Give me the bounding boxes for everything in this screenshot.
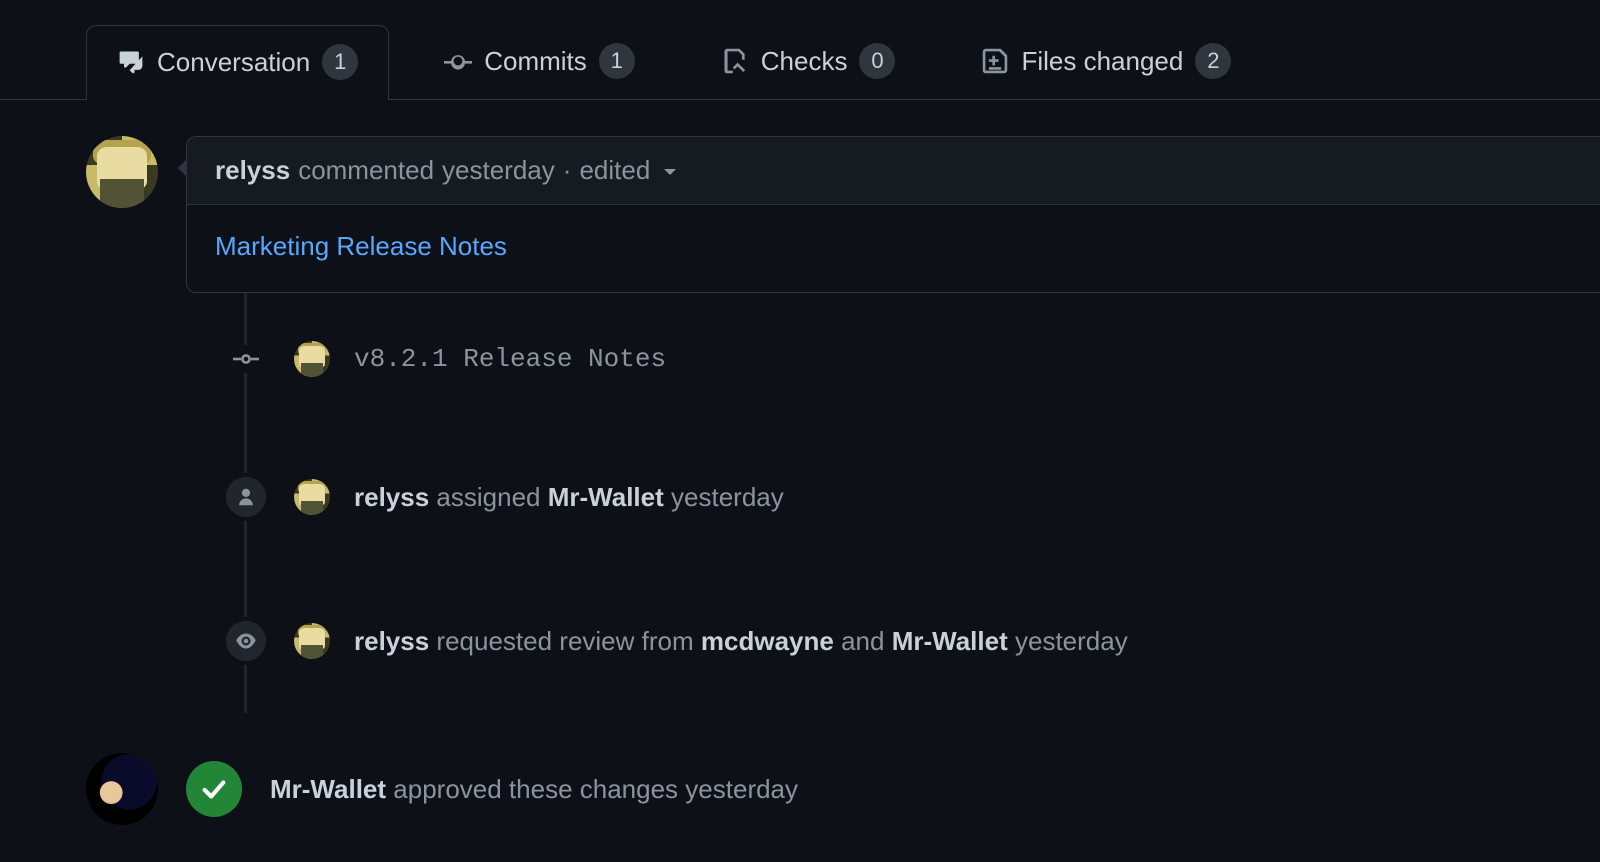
pr-timeline: v8.2.1 Release Notes relyss assigned Mr-… <box>222 293 1600 713</box>
avatar[interactable] <box>86 136 158 208</box>
checklist-icon <box>721 47 749 75</box>
comment-header: relyss commented yesterday · edited <box>187 137 1600 205</box>
check-icon <box>186 761 242 817</box>
comment-discussion-icon <box>117 48 145 76</box>
tab-commits[interactable]: Commits 1 <box>413 24 666 99</box>
file-diff-icon <box>981 47 1009 75</box>
verb: assigned <box>436 482 540 512</box>
avatar[interactable] <box>86 753 158 825</box>
assignee-link[interactable]: Mr-Wallet <box>548 482 664 512</box>
reviewer-link[interactable]: Mr-Wallet <box>892 626 1008 656</box>
person-icon <box>222 473 270 521</box>
git-commit-icon <box>444 47 472 75</box>
actor-link[interactable]: relyss <box>354 482 429 512</box>
tab-counter: 1 <box>599 43 635 79</box>
git-commit-icon <box>222 345 270 373</box>
tab-label: Files changed <box>1021 46 1183 77</box>
commit-message[interactable]: v8.2.1 Release Notes <box>354 344 666 374</box>
tab-counter: 2 <box>1195 43 1231 79</box>
actor-link[interactable]: relyss <box>354 626 429 656</box>
timeline-review-requested: relyss requested review from mcdwayne an… <box>222 569 1600 713</box>
pr-description-comment: relyss commented yesterday · edited Mark… <box>86 136 1600 293</box>
timeline-approval: Mr-Wallet approved these changes yesterd… <box>86 753 1600 825</box>
timeline-assigned: relyss assigned Mr-Wallet yesterday <box>222 425 1600 569</box>
avatar[interactable] <box>294 623 330 659</box>
pr-discussion: relyss commented yesterday · edited Mark… <box>0 136 1600 825</box>
timeline-commit: v8.2.1 Release Notes <box>222 293 1600 425</box>
timestamp[interactable]: yesterday <box>671 482 784 512</box>
reviewer-link[interactable]: mcdwayne <box>701 626 834 656</box>
pr-tabnav: Conversation 1 Commits 1 Checks 0 Files … <box>0 24 1600 100</box>
avatar[interactable] <box>294 479 330 515</box>
comment-author[interactable]: relyss <box>215 155 290 186</box>
verb: requested review from <box>436 626 693 656</box>
avatar[interactable] <box>294 341 330 377</box>
tab-counter: 0 <box>859 43 895 79</box>
comment-action: commented <box>298 155 434 186</box>
verb: approved these changes <box>393 774 678 804</box>
tab-checks[interactable]: Checks 0 <box>690 24 927 99</box>
actor-link[interactable]: Mr-Wallet <box>270 774 386 804</box>
edited-label[interactable]: edited <box>579 155 650 186</box>
comment-box: relyss commented yesterday · edited Mark… <box>186 136 1600 293</box>
eye-icon <box>222 617 270 665</box>
timestamp[interactable]: yesterday <box>685 774 798 804</box>
tab-label: Commits <box>484 46 587 77</box>
chevron-down-icon[interactable] <box>664 169 676 181</box>
tab-conversation[interactable]: Conversation 1 <box>86 25 389 100</box>
tab-counter: 1 <box>322 44 358 80</box>
timestamp[interactable]: yesterday <box>1015 626 1128 656</box>
comment-body: Marketing Release Notes <box>187 205 1600 292</box>
tab-label: Conversation <box>157 47 310 78</box>
tab-files-changed[interactable]: Files changed 2 <box>950 24 1262 99</box>
release-notes-link[interactable]: Marketing Release Notes <box>215 231 507 261</box>
comment-timestamp[interactable]: yesterday <box>442 155 555 186</box>
tab-label: Checks <box>761 46 848 77</box>
